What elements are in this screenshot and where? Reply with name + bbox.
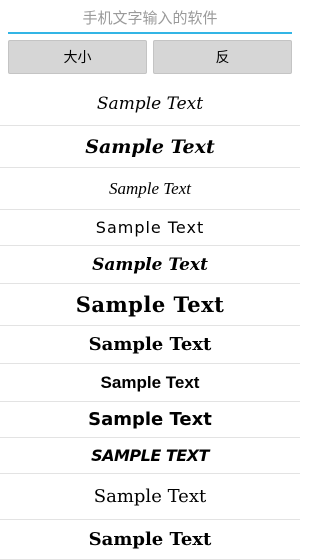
font-sample-row[interactable]: SAMPLE TEXT xyxy=(0,438,300,474)
font-sample-row[interactable]: Sample Text xyxy=(0,364,300,402)
font-sample-list: Sample Text Sample Text Sample Text Samp… xyxy=(0,82,300,560)
font-sample-row[interactable]: Sample Text xyxy=(0,126,300,168)
font-sample-row[interactable]: Sample Text xyxy=(0,168,300,210)
text-input[interactable] xyxy=(8,4,292,34)
size-button[interactable]: 大小 xyxy=(8,40,147,74)
font-sample-row[interactable]: Sample Text xyxy=(0,474,300,520)
font-sample-row[interactable]: Sample Text xyxy=(0,284,300,326)
font-sample-row[interactable]: Sample Text xyxy=(0,82,300,126)
reverse-button[interactable]: 反 xyxy=(153,40,292,74)
font-sample-row[interactable]: Sample Text xyxy=(0,520,300,560)
button-row: 大小 反 xyxy=(8,40,292,74)
font-sample-row[interactable]: Sample Text xyxy=(0,210,300,246)
font-sample-row[interactable]: Sample Text xyxy=(0,402,300,438)
font-sample-row[interactable]: Sample Text xyxy=(0,326,300,364)
font-sample-row[interactable]: Sample Text xyxy=(0,246,300,284)
